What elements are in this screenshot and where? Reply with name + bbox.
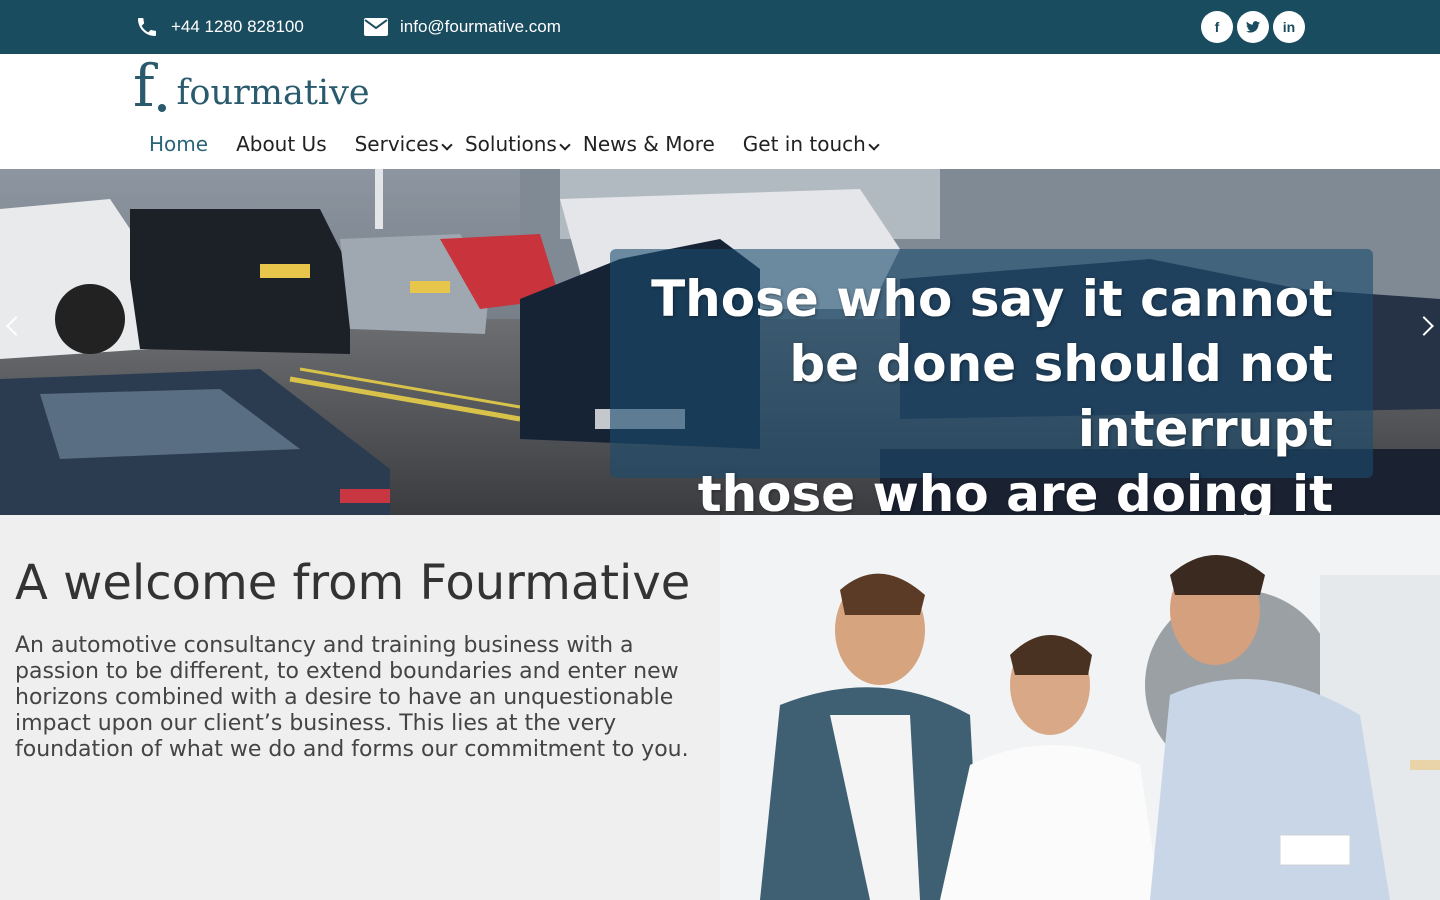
slider-prev-arrow[interactable] — [2, 312, 30, 340]
nav-label: Solutions — [464, 132, 557, 156]
welcome-line: foundation of what we do and forms our c… — [15, 737, 689, 762]
nav-label: Services — [354, 132, 439, 156]
main-nav: Home About Us Services Solutions News & … — [149, 130, 892, 158]
phone-icon — [138, 18, 156, 36]
nav-item-news-more[interactable]: News & More — [583, 130, 715, 158]
nav-label: Home — [149, 132, 209, 156]
chevron-down-icon — [868, 139, 880, 151]
welcome-line: impact upon our client’s business. This … — [15, 711, 617, 736]
nav-item-services[interactable]: Services — [354, 130, 453, 158]
social-links: f in — [1201, 11, 1305, 43]
chevron-down-icon — [441, 139, 453, 151]
twitter-icon[interactable] — [1237, 11, 1269, 43]
chevron-left-icon — [6, 316, 26, 336]
top-contact-bar: +44 1280 828100 info@fourmative.com f in — [0, 0, 1440, 54]
quote-line: be done should not interrupt — [789, 335, 1333, 458]
email-address: info@fourmative.com — [400, 17, 561, 36]
logo-letter: f — [133, 52, 155, 120]
hero-quote: Those who say it cannot be done should n… — [610, 267, 1333, 515]
slider-next-arrow[interactable] — [1410, 312, 1438, 340]
logo-wordmark: fourmative — [176, 73, 370, 113]
nav-item-home[interactable]: Home — [149, 130, 208, 158]
hero-slider: Those who say it cannot be done should n… — [0, 169, 1440, 515]
chevron-down-icon — [559, 139, 571, 151]
fourmative-logo[interactable]: f fourmative — [133, 52, 370, 120]
quote-line: Those who say it cannot — [651, 270, 1333, 328]
welcome-line: passion to be different, to extend bound… — [15, 659, 679, 684]
team-photo — [720, 515, 1440, 900]
hero-quote-box: Those who say it cannot be done should n… — [610, 249, 1373, 515]
welcome-title: A welcome from Fourmative — [15, 555, 691, 611]
welcome-line: An automotive consultancy and training b… — [15, 633, 634, 658]
nav-label: About Us — [236, 132, 327, 156]
nav-label: Get in touch — [742, 132, 866, 156]
site-header: f fourmative Home About Us Services Solu… — [0, 54, 1440, 169]
nav-item-solutions[interactable]: Solutions — [464, 130, 571, 158]
nav-item-about-us[interactable]: About Us — [236, 130, 327, 158]
welcome-text: An automotive consultancy and training b… — [15, 633, 705, 763]
facebook-icon[interactable]: f — [1201, 11, 1233, 43]
linkedin-icon[interactable]: in — [1273, 11, 1305, 43]
team-photo-illustration — [720, 515, 1440, 900]
logo-dot — [158, 104, 167, 112]
welcome-section: A welcome from Fourmative An automotive … — [0, 515, 720, 900]
phone-contact[interactable]: +44 1280 828100 — [135, 0, 304, 54]
nav-item-get-in-touch[interactable]: Get in touch — [742, 130, 880, 158]
phone-number: +44 1280 828100 — [171, 17, 304, 36]
chevron-right-icon — [1414, 316, 1434, 336]
welcome-line: horizons combined with a desire to have … — [15, 685, 674, 710]
twitter-bird-glyph — [1246, 21, 1260, 33]
quote-line: those who are doing it — [697, 465, 1333, 515]
email-contact[interactable]: info@fourmative.com — [364, 0, 561, 54]
envelope-icon — [364, 18, 388, 36]
nav-label: News & More — [582, 132, 715, 156]
